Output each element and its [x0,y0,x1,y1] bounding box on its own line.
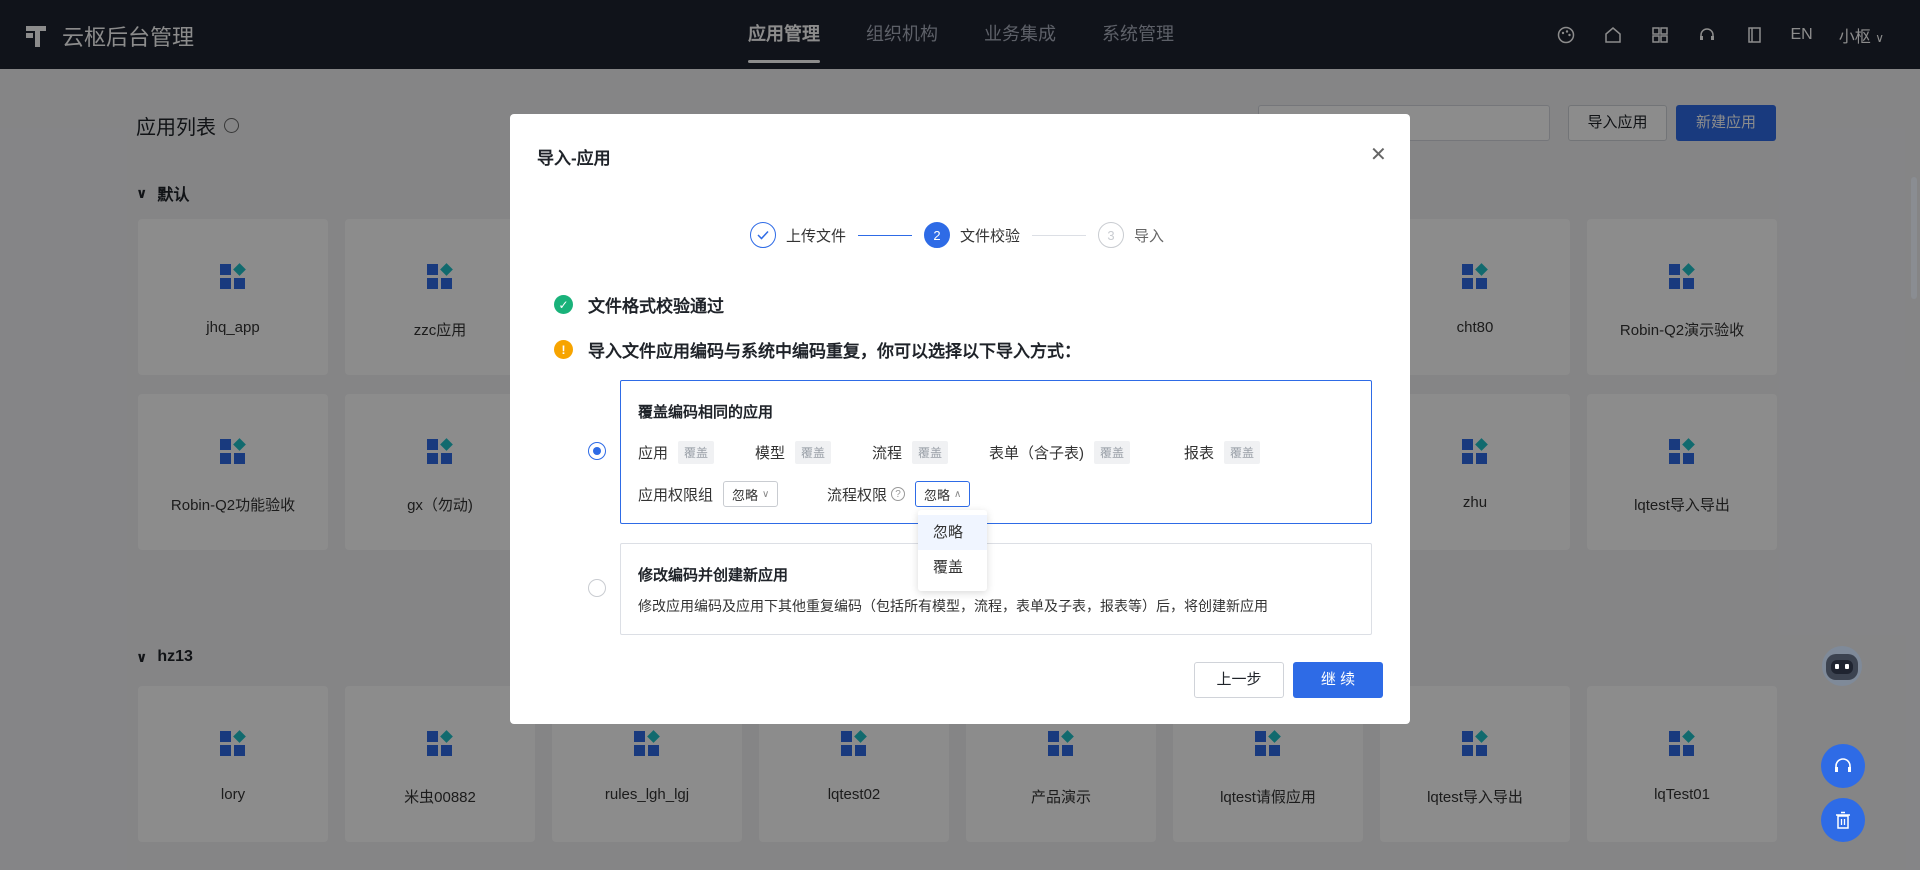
status-badge: 覆盖 [795,441,832,464]
perm-group-select[interactable]: 忽略 ∨ [723,481,779,507]
assistant-robot-icon[interactable] [1818,640,1866,688]
field-flow: 流程 覆盖 [872,441,949,464]
field-form: 表单（含子表) 覆盖 [989,441,1131,464]
step-import: 3 导入 [1098,222,1164,248]
flow-perm-dropdown: 忽略 覆盖 [918,510,987,591]
duplicate-warning: ! 导入文件应用编码与系统中编码重复，你可以选择以下导入方式： [554,337,1081,362]
validation-pass-text: 文件格式校验通过 [588,297,724,316]
step-label: 文件校验 [960,227,1021,245]
flow-perm-select[interactable]: 忽略 ∧ [915,481,971,507]
step-label: 导入 [1134,227,1165,245]
status-badge: 覆盖 [1094,441,1131,464]
chevron-down-icon: ∨ [762,488,770,500]
field-label: 应用 [638,445,669,462]
dialog-title: 导入-应用 [537,149,611,168]
select-value: 忽略 [924,487,951,503]
field-label: 报表 [1184,445,1215,462]
step-validate: 2 文件校验 [924,222,1020,248]
field-report: 报表 覆盖 [1184,441,1261,464]
radio-create-new[interactable] [588,579,606,597]
warning-icon: ! [554,340,573,359]
import-app-dialog: 导入-应用 ✕ 上传文件 2 文件校验 3 导入 ✓ 文件格式校验通过 ! 导入… [510,114,1410,724]
status-badge: 覆盖 [678,441,715,464]
step-number: 3 [1098,222,1125,248]
close-icon[interactable]: ✕ [1370,142,1387,167]
steps: 上传文件 2 文件校验 3 导入 [750,222,1164,248]
option-overwrite[interactable]: 覆盖编码相同的应用 应用 覆盖 模型 覆盖 流程 覆盖 表单（含子表) 覆盖 报表 覆盖 … [620,380,1372,524]
status-badge: 覆盖 [912,441,949,464]
step-divider [1032,234,1087,236]
trash-icon[interactable] [1821,798,1865,842]
warning-text: 导入文件应用编码与系统中编码重复，你可以选择以下导入方式： [588,342,1081,361]
field-app: 应用 覆盖 [638,441,715,464]
option-title: 覆盖编码相同的应用 [638,404,774,421]
field-label: 流程权限 [827,486,888,504]
help-icon[interactable]: ? [891,487,906,501]
select-value: 忽略 [732,487,759,503]
step-divider [858,234,913,236]
option-create-new[interactable]: 修改编码并创建新应用 修改应用编码及应用下其他重复编码（包括所有模型，流程，表单… [620,543,1372,635]
field-perm-group: 应用权限组 忽略 ∨ [638,481,779,507]
field-label: 模型 [755,445,786,462]
step-number: 2 [924,222,951,248]
validation-pass: ✓ 文件格式校验通过 [554,292,724,317]
option-description: 修改应用编码及应用下其他重复编码（包括所有模型，流程，表单及子表，报表等）后，将… [638,598,1268,614]
success-icon: ✓ [554,295,573,314]
radio-overwrite[interactable] [588,442,606,460]
status-badge: 覆盖 [1224,441,1261,464]
chevron-up-icon: ∧ [954,488,962,500]
field-model: 模型 覆盖 [755,441,832,464]
scrollbar[interactable] [1911,177,1917,299]
field-label: 应用权限组 [638,486,714,504]
option-title: 修改编码并创建新应用 [638,567,789,584]
step-upload: 上传文件 [750,222,846,248]
dropdown-option-ignore[interactable]: 忽略 [918,515,987,550]
check-icon [750,222,776,248]
field-flow-perm: 流程权限 ? 忽略 ∧ [827,481,971,507]
previous-step-button[interactable]: 上一步 [1194,662,1284,698]
field-label: 表单（含子表) [989,445,1084,462]
field-label: 流程 [872,445,903,462]
continue-button[interactable]: 继 续 [1293,662,1383,698]
step-label: 上传文件 [786,227,847,245]
dropdown-option-overwrite[interactable]: 覆盖 [918,550,987,585]
support-headset-icon[interactable] [1821,744,1865,788]
